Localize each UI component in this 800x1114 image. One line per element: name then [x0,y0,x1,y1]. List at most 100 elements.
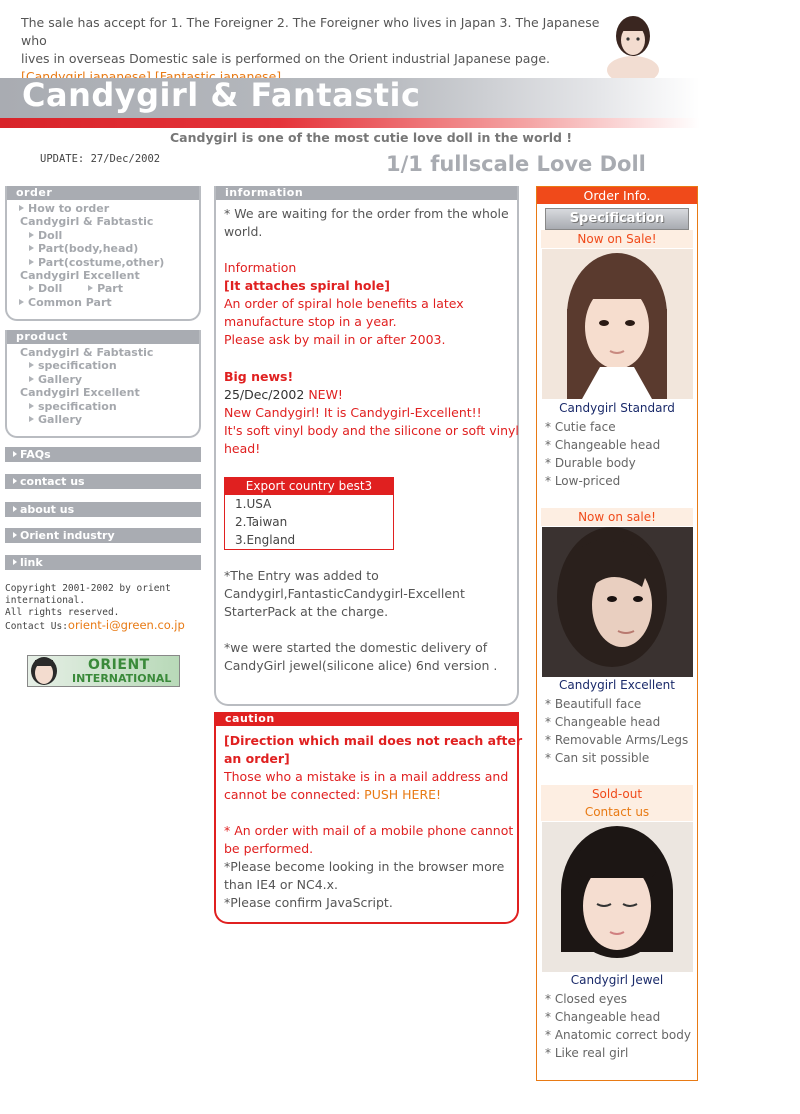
triangle-right-icon [88,285,94,292]
contact-label: Contact Us: [5,621,68,632]
nav-faqs[interactable]: FAQs [5,447,201,462]
triangle-right-icon [29,375,34,382]
news-line1: New Candygirl! It is Candygirl-Excellent… [224,405,482,420]
candygirl-jewel-photo[interactable] [542,822,693,972]
standard-status: Now on Sale! [541,230,693,248]
nav-orient-industry[interactable]: Orient industry [5,528,201,543]
entry-line1: *The Entry was added to [224,568,379,583]
product-specification-link[interactable]: specification [7,359,199,372]
domestic-line1: *we were started the domestic delivery o… [224,640,488,655]
excellent-feature-3: * Removable Arms/Legs [545,733,689,747]
product-menu-heading: product [7,330,199,344]
triangle-right-icon [13,478,17,484]
nav-about-us[interactable]: about us [5,502,201,517]
export-country-2: 2.Taiwan [235,515,288,529]
information-heading: information [216,186,517,200]
big-news-title: Big news! [224,369,294,384]
tagline: Candygirl is one of the most cutie love … [170,130,573,145]
orient-international-logo[interactable]: ORIENT INTERNATIONAL [27,655,180,687]
order-info-heading: Order Info. [537,187,697,204]
copyright-line1: Copyright 2001-2002 by orient [5,583,171,594]
caution-mistake-line1: Those who a mistake is in a mail address… [224,769,509,784]
excellent-feature-2: * Changeable head [545,715,661,729]
triangle-right-icon [19,298,24,305]
news-date: 25/Dec/2002 [224,387,305,402]
caution-mobile-line2: be performed. [224,841,314,856]
spiral-hole-line1: An order of spiral hole benefits a latex [224,296,464,311]
nav-contact-us[interactable]: contact us [5,474,201,489]
jewel-feature-4: * Like real girl [545,1046,629,1060]
jewel-status: Sold-out [541,785,693,803]
triangle-right-icon [13,559,17,565]
menu-part-costume-other[interactable]: Part(costume,other) [7,256,199,269]
caution-heading: caution [216,712,517,726]
export-country-box: Export country best3 1.USA 2.Taiwan 3.En… [224,477,394,550]
menu-how-to-order[interactable]: How to order [7,202,199,215]
triangle-right-icon [29,258,34,265]
menu-candygirl-fantastic: Candygirl & Fabtastic [20,215,154,229]
jewel-feature-1: * Closed eyes [545,992,628,1006]
doll-thumbnail-image [607,16,659,78]
triangle-right-icon [29,231,34,238]
triangle-right-icon [29,285,34,292]
site-title: Candygirl & Fantastic [22,76,421,114]
caution-browser-line1: *Please become looking in the browser mo… [224,859,505,874]
menu-common-part[interactable]: Common Part [7,296,199,309]
doll-face-icon [31,657,57,685]
menu-excellent-part[interactable]: Part [88,282,123,295]
excellent-feature-4: * Can sit possible [545,751,650,765]
push-here-link[interactable]: PUSH HERE! [364,787,441,802]
candygirl-jewel-name[interactable]: Candygirl Jewel [537,973,697,987]
order-menu-heading: order [7,186,199,200]
triangle-right-icon [29,245,34,252]
candygirl-excellent-photo[interactable] [542,527,693,677]
excellent-specification-link[interactable]: specification [7,400,199,413]
spiral-hole-line2: manufacture stop in a year. [224,314,397,329]
excellent-gallery-link[interactable]: Gallery [7,413,199,426]
export-country-1: 1.USA [235,497,272,511]
entry-line3: StarterPack at the charge. [224,604,389,619]
standard-feature-2: * Changeable head [545,438,661,452]
standard-feature-1: * Cutie face [545,420,616,434]
candygirl-excellent-name[interactable]: Candygirl Excellent [537,678,697,692]
candygirl-standard-name[interactable]: Candygirl Standard [537,401,697,415]
menu-part-body-head[interactable]: Part(body,head) [7,242,199,255]
news-line3: head! [224,441,261,456]
fullscale-heading: 1/1 fullscale Love Doll [386,152,646,176]
contact-email-link[interactable]: orient-i@green.co.jp [68,618,185,632]
order-info-panel: Order Info. Specification Now on Sale! C… [536,186,698,1081]
nav-link[interactable]: link [5,555,201,570]
waiting-line2: world. [224,224,263,239]
caution-mistake-line2: cannot be connected: PUSH HERE! [224,786,441,804]
order-menu: order How to order Candygirl & Fabtastic… [5,186,201,321]
candygirl-standard-photo[interactable] [542,249,693,399]
spiral-hole-line3: Please ask by mail in or after 2003. [224,332,446,347]
copyright-line2: international. [5,595,86,606]
menu-excellent-doll-part: Doll Part [7,282,199,295]
product-gallery-link[interactable]: Gallery [7,373,199,386]
logo-text-orient: ORIENT [88,657,150,673]
product-menu: product Candygirl & Fabtastic specificat… [5,330,201,438]
jewel-feature-2: * Changeable head [545,1010,661,1024]
update-date: UPDATE: 27/Dec/2002 [40,153,161,165]
caution-title-line2: an order] [224,751,290,766]
caution-javascript: *Please confirm JavaScript. [224,895,393,910]
jewel-contact-link[interactable]: Contact us [541,803,693,821]
excellent-status: Now on sale! [541,508,693,526]
banner-red-stripe [0,118,700,128]
menu-candygirl-excellent: Candygirl Excellent [20,269,140,283]
standard-feature-3: * Durable body [545,456,636,470]
information-label: Information [224,260,297,275]
product-candygirl-excellent: Candygirl Excellent [20,386,140,400]
triangle-right-icon [29,362,34,369]
menu-excellent-doll[interactable]: Doll [29,282,62,295]
sale-notice-line2: lives in overseas Domestic sale is perfo… [21,51,551,66]
new-tag: NEW! [308,387,343,402]
product-candygirl-fantastic: Candygirl & Fabtastic [20,346,154,359]
caution-browser-line2: than IE4 or NC4.x. [224,877,339,892]
caution-mobile-line1: * An order with mail of a mobile phone c… [224,823,514,838]
standard-feature-4: * Low-priced [545,474,621,488]
menu-doll[interactable]: Doll [7,229,199,242]
triangle-right-icon [29,416,34,423]
specification-button[interactable]: Specification [545,208,689,230]
